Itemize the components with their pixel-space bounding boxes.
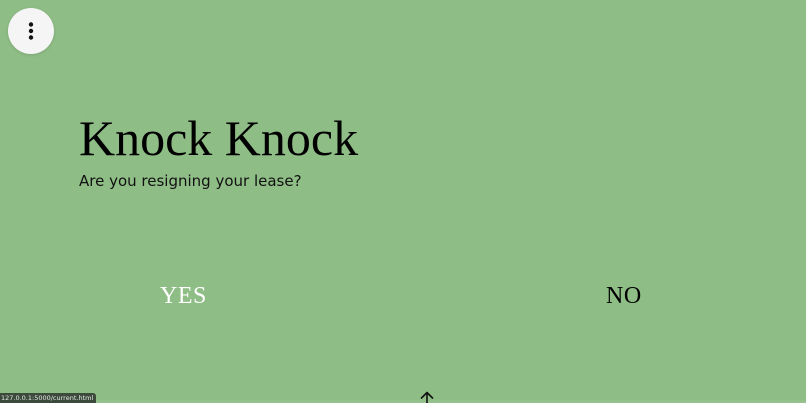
page-title: Knock Knock [79,110,359,166]
more-options-button[interactable] [8,8,54,54]
question-text: Are you resigning your lease? [79,172,302,190]
no-button[interactable]: NO [606,282,642,310]
more-vertical-icon [28,22,34,40]
arrow-up-icon [419,391,435,403]
scroll-up-button[interactable] [419,391,435,403]
bottom-edge-fade [0,399,806,403]
status-bar-url: 127.0.0.1:5000/current.html [0,393,97,403]
yes-button[interactable]: YES [160,282,207,310]
